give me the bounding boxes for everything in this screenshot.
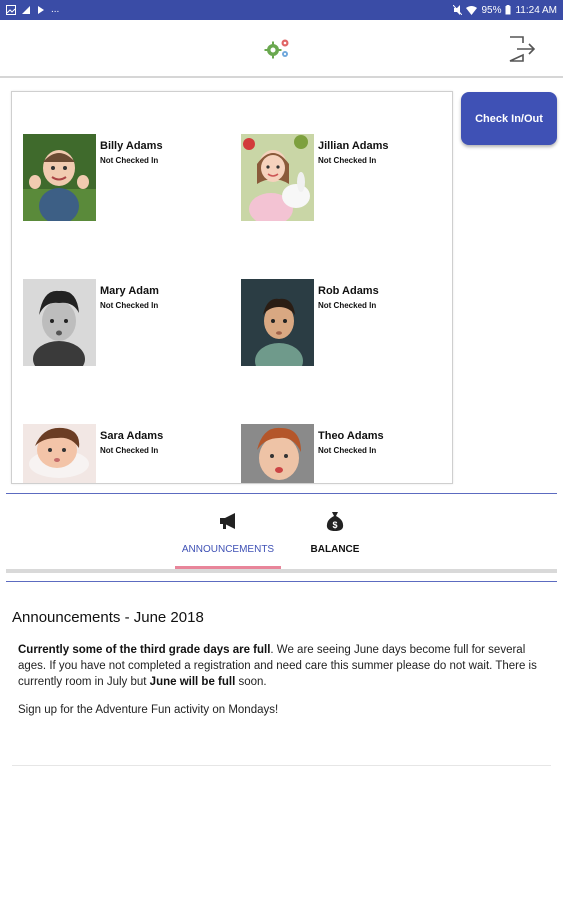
more-notifications-icon: ... (51, 4, 60, 15)
child-photo (241, 279, 314, 366)
child-name: Mary Adam (100, 285, 159, 297)
clock: 11:24 AM (515, 4, 557, 16)
announcements-body: Currently some of the third grade days a… (18, 642, 550, 718)
announcement-text: soon. (235, 676, 267, 688)
child-name: Sara Adams (100, 430, 164, 442)
child-status: Not Checked In (100, 156, 159, 165)
check-in-out-button[interactable]: Check In/Out (461, 92, 557, 145)
battery-percent: 95% (481, 4, 502, 16)
section-divider (6, 493, 557, 494)
app-bar (0, 20, 563, 78)
announcement-bold-text: June will be full (149, 676, 236, 688)
child-name: Theo Adams (318, 430, 384, 442)
svg-text:$: $ (332, 520, 337, 530)
announcement-paragraph: Currently some of the third grade days a… (18, 642, 550, 690)
money-bag-icon: $ (326, 512, 344, 531)
child-card[interactable]: Billy Adams Not Checked In (23, 134, 223, 224)
child-name: Rob Adams (318, 285, 379, 297)
gears-logo-icon (264, 39, 289, 59)
mute-icon (453, 5, 463, 15)
tab-balance[interactable]: $ BALANCE (300, 510, 370, 568)
child-photo (23, 134, 96, 221)
megaphone-icon (220, 513, 235, 529)
content-divider (6, 581, 557, 582)
child-name: Jillian Adams (318, 140, 389, 152)
play-icon (38, 6, 44, 14)
child-card[interactable]: Jillian Adams Not Checked In (241, 134, 441, 224)
child-status: Not Checked In (318, 156, 377, 165)
announcement-paragraph: Sign up for the Adventure Fun activity o… (18, 704, 279, 716)
child-photo (241, 424, 314, 483)
announcements-end-divider (12, 765, 551, 766)
child-photo (241, 134, 314, 221)
status-left: ... (6, 5, 59, 15)
announcement-bold-text: Currently some of the third grade days a… (18, 644, 271, 656)
tab-announcements[interactable]: ANNOUNCEMENTS (175, 510, 281, 568)
status-bar: ... 95% 11:24 AM (0, 0, 563, 20)
tab-bar-divider (6, 569, 557, 573)
child-card[interactable]: Rob Adams Not Checked In (241, 279, 441, 369)
child-status: Not Checked In (100, 446, 159, 455)
child-photo (23, 279, 96, 366)
wifi-icon (466, 6, 478, 15)
child-name: Billy Adams (100, 140, 163, 152)
signal-icon (22, 6, 30, 14)
child-status: Not Checked In (100, 301, 159, 310)
child-card[interactable]: Sara Adams Not Checked In (23, 424, 223, 483)
child-photo (23, 424, 96, 483)
logout-icon[interactable] (507, 34, 537, 64)
child-card[interactable]: Mary Adam Not Checked In (23, 279, 223, 369)
battery-icon (505, 5, 511, 15)
child-card[interactable]: Theo Adams Not Checked In (241, 424, 441, 483)
tab-label: BALANCE (310, 544, 360, 555)
child-status: Not Checked In (318, 446, 377, 455)
tab-label: ANNOUNCEMENTS (181, 544, 275, 555)
status-right: 95% 11:24 AM (453, 5, 557, 16)
gallery-icon (6, 5, 16, 15)
children-panel: Billy Adams Not Checked In Jillian Adams… (11, 91, 453, 484)
child-status: Not Checked In (318, 301, 377, 310)
announcements-title: Announcements - June 2018 (12, 609, 204, 626)
